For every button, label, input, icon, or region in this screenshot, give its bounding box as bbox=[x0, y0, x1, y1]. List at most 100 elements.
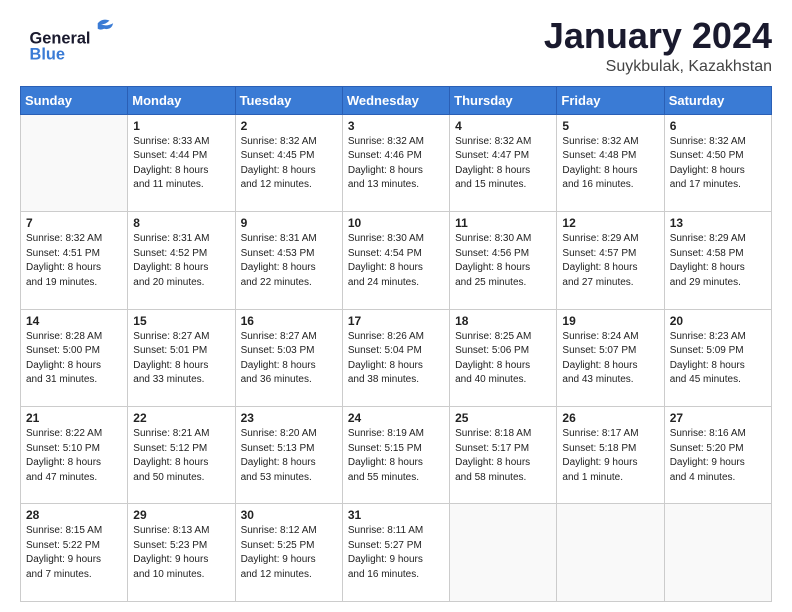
cell-info: Sunrise: 8:32 AM Sunset: 4:46 PM Dayligh… bbox=[348, 135, 444, 193]
table-cell: 23Sunrise: 8:20 AM Sunset: 5:13 PM Dayli… bbox=[235, 407, 342, 504]
calendar-table: Sunday Monday Tuesday Wednesday Thursday… bbox=[20, 86, 772, 602]
table-cell: 11 Sunrise: 8:30 AM Sunset: 4:56 PM Dayli… bbox=[450, 212, 557, 309]
table-cell: 7 Sunrise: 8:32 AM Sunset: 4:51 PM Daylig… bbox=[21, 212, 128, 309]
day-number: 7 bbox=[26, 216, 122, 230]
cell-info: Sunrise: 8:32 AM Sunset: 4:47 PM Dayligh… bbox=[455, 135, 551, 193]
day-number: 5 bbox=[562, 119, 658, 133]
table-cell: 22 Sunrise: 8:21 AM Sunset: 5:12 PM Dayli… bbox=[128, 407, 235, 504]
col-wednesday: Wednesday bbox=[342, 86, 449, 114]
table-cell: 9Sunrise: 8:31 AM Sunset: 4:53 PM Daylig… bbox=[235, 212, 342, 309]
day-number: 28 bbox=[26, 508, 122, 522]
table-cell bbox=[557, 504, 664, 602]
day-number: 25 bbox=[455, 411, 551, 425]
day-number: 27 bbox=[670, 411, 766, 425]
cell-info: Sunrise: 8:21 AM Sunset: 5:12 PM Dayligh… bbox=[133, 427, 229, 485]
day-number: 22 bbox=[133, 411, 229, 425]
table-cell bbox=[664, 504, 771, 602]
calendar-row: 1 Sunrise: 8:33 AM Sunset: 4:44 PM Daylig… bbox=[21, 114, 772, 211]
table-cell: 29Sunrise: 8:13 AM Sunset: 5:23 PM Dayli… bbox=[128, 504, 235, 602]
header-row: Sunday Monday Tuesday Wednesday Thursday… bbox=[21, 86, 772, 114]
col-saturday: Saturday bbox=[664, 86, 771, 114]
day-number: 2 bbox=[241, 119, 337, 133]
table-cell: 21 Sunrise: 8:22 AM Sunset: 5:10 PM Dayli… bbox=[21, 407, 128, 504]
header: General Blue January 2024 Suykbulak, Kaz… bbox=[20, 16, 772, 76]
month-title: January 2024 bbox=[544, 16, 772, 56]
col-monday: Monday bbox=[128, 86, 235, 114]
table-cell: 14 Sunrise: 8:28 AM Sunset: 5:00 PM Dayli… bbox=[21, 309, 128, 406]
calendar-row: 7 Sunrise: 8:32 AM Sunset: 4:51 PM Daylig… bbox=[21, 212, 772, 309]
cell-info: Sunrise: 8:32 AM Sunset: 4:51 PM Dayligh… bbox=[26, 232, 122, 290]
day-number: 6 bbox=[670, 119, 766, 133]
cell-info: Sunrise: 8:11 AM Sunset: 5:27 PM Dayligh… bbox=[348, 524, 444, 582]
cell-info: Sunrise: 8:28 AM Sunset: 5:00 PM Dayligh… bbox=[26, 330, 122, 388]
cell-info: Sunrise: 8:18 AM Sunset: 5:17 PM Dayligh… bbox=[455, 427, 551, 485]
table-cell: 19Sunrise: 8:24 AM Sunset: 5:07 PM Dayli… bbox=[557, 309, 664, 406]
logo: General Blue bbox=[20, 16, 130, 66]
table-cell: 20 Sunrise: 8:23 AM Sunset: 5:09 PM Dayli… bbox=[664, 309, 771, 406]
day-number: 15 bbox=[133, 314, 229, 328]
table-cell: 30Sunrise: 8:12 AM Sunset: 5:25 PM Dayli… bbox=[235, 504, 342, 602]
cell-info: Sunrise: 8:27 AM Sunset: 5:03 PM Dayligh… bbox=[241, 330, 337, 388]
cell-info: Sunrise: 8:27 AM Sunset: 5:01 PM Dayligh… bbox=[133, 330, 229, 388]
table-cell: 8 Sunrise: 8:31 AM Sunset: 4:52 PM Daylig… bbox=[128, 212, 235, 309]
day-number: 26 bbox=[562, 411, 658, 425]
location: Suykbulak, Kazakhstan bbox=[544, 58, 772, 76]
table-cell: 28 Sunrise: 8:15 AM Sunset: 5:22 PM Dayli… bbox=[21, 504, 128, 602]
title-block: January 2024 Suykbulak, Kazakhstan bbox=[544, 16, 772, 76]
calendar-row: 14 Sunrise: 8:28 AM Sunset: 5:00 PM Dayli… bbox=[21, 309, 772, 406]
table-cell: 27 Sunrise: 8:16 AM Sunset: 5:20 PM Dayli… bbox=[664, 407, 771, 504]
cell-info: Sunrise: 8:30 AM Sunset: 4:56 PM Dayligh… bbox=[455, 232, 551, 290]
day-number: 30 bbox=[241, 508, 337, 522]
day-number: 31 bbox=[348, 508, 444, 522]
cell-info: Sunrise: 8:13 AM Sunset: 5:23 PM Dayligh… bbox=[133, 524, 229, 582]
col-tuesday: Tuesday bbox=[235, 86, 342, 114]
table-cell: 15 Sunrise: 8:27 AM Sunset: 5:01 PM Dayli… bbox=[128, 309, 235, 406]
svg-text:Blue: Blue bbox=[30, 46, 65, 64]
cell-info: Sunrise: 8:30 AM Sunset: 4:54 PM Dayligh… bbox=[348, 232, 444, 290]
cell-info: Sunrise: 8:25 AM Sunset: 5:06 PM Dayligh… bbox=[455, 330, 551, 388]
day-number: 20 bbox=[670, 314, 766, 328]
cell-info: Sunrise: 8:32 AM Sunset: 4:50 PM Dayligh… bbox=[670, 135, 766, 193]
day-number: 10 bbox=[348, 216, 444, 230]
table-cell: 12Sunrise: 8:29 AM Sunset: 4:57 PM Dayli… bbox=[557, 212, 664, 309]
cell-info: Sunrise: 8:17 AM Sunset: 5:18 PM Dayligh… bbox=[562, 427, 658, 485]
table-cell: 26 Sunrise: 8:17 AM Sunset: 5:18 PM Dayli… bbox=[557, 407, 664, 504]
col-thursday: Thursday bbox=[450, 86, 557, 114]
day-number: 17 bbox=[348, 314, 444, 328]
calendar-row: 28 Sunrise: 8:15 AM Sunset: 5:22 PM Dayli… bbox=[21, 504, 772, 602]
cell-info: Sunrise: 8:26 AM Sunset: 5:04 PM Dayligh… bbox=[348, 330, 444, 388]
table-cell: 17 Sunrise: 8:26 AM Sunset: 5:04 PM Dayli… bbox=[342, 309, 449, 406]
cell-info: Sunrise: 8:23 AM Sunset: 5:09 PM Dayligh… bbox=[670, 330, 766, 388]
day-number: 18 bbox=[455, 314, 551, 328]
cell-info: Sunrise: 8:32 AM Sunset: 4:48 PM Dayligh… bbox=[562, 135, 658, 193]
cell-info: Sunrise: 8:22 AM Sunset: 5:10 PM Dayligh… bbox=[26, 427, 122, 485]
cell-info: Sunrise: 8:33 AM Sunset: 4:44 PM Dayligh… bbox=[133, 135, 229, 193]
day-number: 3 bbox=[348, 119, 444, 133]
day-number: 21 bbox=[26, 411, 122, 425]
table-cell: 13Sunrise: 8:29 AM Sunset: 4:58 PM Dayli… bbox=[664, 212, 771, 309]
day-number: 16 bbox=[241, 314, 337, 328]
day-number: 13 bbox=[670, 216, 766, 230]
table-cell: 25 Sunrise: 8:18 AM Sunset: 5:17 PM Dayli… bbox=[450, 407, 557, 504]
day-number: 23 bbox=[241, 411, 337, 425]
table-cell: 31 Sunrise: 8:11 AM Sunset: 5:27 PM Dayli… bbox=[342, 504, 449, 602]
table-cell: 4 Sunrise: 8:32 AM Sunset: 4:47 PM Daylig… bbox=[450, 114, 557, 211]
table-cell: 16 Sunrise: 8:27 AM Sunset: 5:03 PM Dayli… bbox=[235, 309, 342, 406]
page: General Blue January 2024 Suykbulak, Kaz… bbox=[0, 0, 792, 612]
logo-image: General Blue bbox=[20, 16, 130, 66]
table-cell: 3 Sunrise: 8:32 AM Sunset: 4:46 PM Daylig… bbox=[342, 114, 449, 211]
cell-info: Sunrise: 8:15 AM Sunset: 5:22 PM Dayligh… bbox=[26, 524, 122, 582]
cell-info: Sunrise: 8:31 AM Sunset: 4:52 PM Dayligh… bbox=[133, 232, 229, 290]
cell-info: Sunrise: 8:16 AM Sunset: 5:20 PM Dayligh… bbox=[670, 427, 766, 485]
table-cell: 2Sunrise: 8:32 AM Sunset: 4:45 PM Daylig… bbox=[235, 114, 342, 211]
day-number: 1 bbox=[133, 119, 229, 133]
table-cell: 6 Sunrise: 8:32 AM Sunset: 4:50 PM Daylig… bbox=[664, 114, 771, 211]
day-number: 4 bbox=[455, 119, 551, 133]
day-number: 11 bbox=[455, 216, 551, 230]
day-number: 19 bbox=[562, 314, 658, 328]
day-number: 14 bbox=[26, 314, 122, 328]
cell-info: Sunrise: 8:29 AM Sunset: 4:57 PM Dayligh… bbox=[562, 232, 658, 290]
table-cell bbox=[21, 114, 128, 211]
table-cell: 18 Sunrise: 8:25 AM Sunset: 5:06 PM Dayli… bbox=[450, 309, 557, 406]
day-number: 8 bbox=[133, 216, 229, 230]
